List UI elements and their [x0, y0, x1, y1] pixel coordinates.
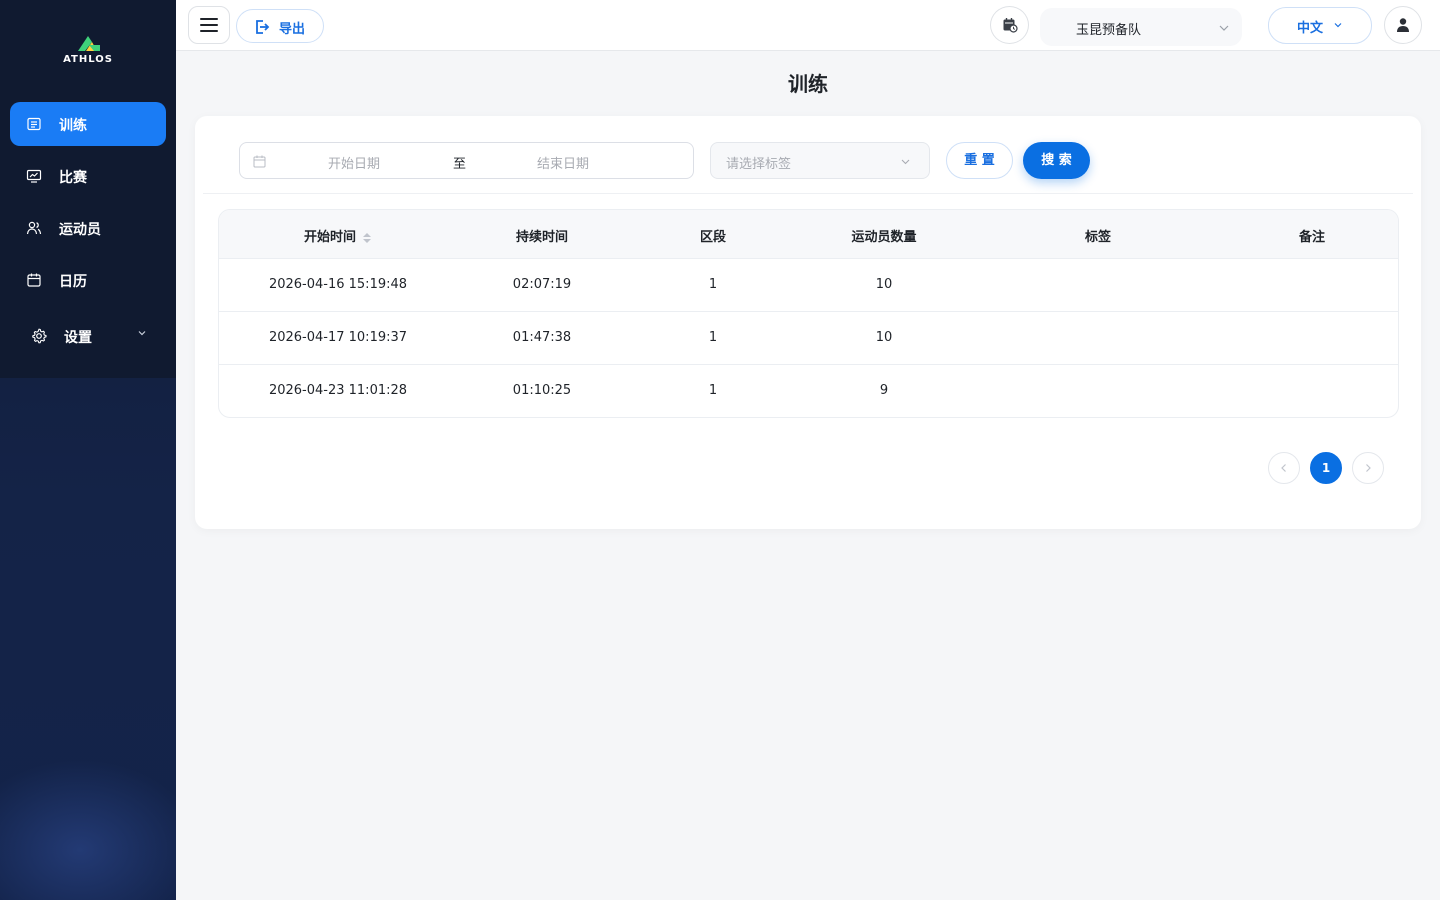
user-icon: [1397, 18, 1409, 32]
end-date-input[interactable]: 结束日期: [537, 153, 589, 172]
table-row[interactable]: 2026-04-23 11:01:28 01:10:25 1 9: [219, 365, 1398, 417]
table-row[interactable]: 2026-04-17 10:19:37 01:47:38 1 10: [219, 312, 1398, 365]
sidebar-nav-panel: ATHLOS 训练 比赛 运动员 日历 设置: [0, 0, 176, 378]
cell-segment: 1: [708, 330, 718, 345]
calendar-icon: [27, 273, 41, 287]
calendar-clock-icon: [1003, 18, 1018, 33]
chevron-down-icon: [138, 331, 146, 336]
hamburger-icon: [200, 18, 218, 32]
chevron-down-icon: [1219, 25, 1229, 31]
sidebar-item-calendar[interactable]: 日历: [10, 258, 166, 302]
cell-start-time: 2026-04-23 11:01:28: [268, 383, 408, 398]
cell-athlete-count: 10: [875, 330, 893, 345]
list-icon: [27, 117, 41, 131]
user-menu-button[interactable]: [1384, 6, 1422, 44]
cell-segment: 1: [708, 277, 718, 292]
sidebar-item-label: 设置: [64, 330, 92, 346]
menu-toggle-button[interactable]: [188, 6, 230, 44]
language-value: 中文: [1297, 21, 1324, 36]
export-button[interactable]: 导出: [236, 9, 324, 43]
sidebar-item-label: 训练: [59, 118, 87, 134]
page-title: 训练: [788, 72, 828, 96]
start-date-input[interactable]: 开始日期: [328, 153, 380, 172]
sidebar-item-label: 运动员: [59, 222, 101, 238]
training-list-card: 开始日期 至 结束日期 请选择标签 重 置 搜 索 开始时间 持续时间 区段 运…: [195, 116, 1421, 529]
cell-athlete-count: 9: [879, 383, 889, 398]
prev-page-button[interactable]: [1268, 452, 1300, 484]
next-page-button[interactable]: [1352, 452, 1384, 484]
chevron-down-icon: [901, 159, 910, 165]
sidebar-item-athletes[interactable]: 运动员: [10, 206, 166, 250]
sidebar-item-training[interactable]: 训练: [10, 102, 166, 146]
training-table: 开始时间 持续时间 区段 运动员数量 标签 备注 2026-04-16 15:1…: [218, 209, 1399, 418]
chevron-left-icon: [1281, 464, 1286, 472]
column-header-segment: 区段: [699, 230, 727, 245]
cell-start-time: 2026-04-16 15:19:48: [268, 277, 408, 292]
reset-button[interactable]: 重 置: [946, 142, 1013, 179]
search-button[interactable]: 搜 索: [1023, 142, 1090, 179]
column-header-duration: 持续时间: [515, 230, 569, 245]
sidebar-item-matches[interactable]: 比赛: [10, 154, 166, 198]
column-header-start-time[interactable]: 开始时间: [304, 226, 372, 245]
chevron-right-icon: [1366, 464, 1371, 472]
page-number-current[interactable]: 1: [1310, 452, 1342, 484]
range-separator: 至: [453, 157, 467, 172]
cell-duration: 01:47:38: [512, 330, 572, 345]
sidebar-item-settings[interactable]: 设置: [10, 314, 166, 358]
cell-start-time: 2026-04-17 10:19:37: [268, 330, 408, 345]
column-header-athlete-count: 运动员数量: [851, 230, 917, 245]
column-header-tags: 标签: [1084, 230, 1112, 245]
cell-athlete-count: 10: [875, 277, 893, 292]
chevron-down-icon: [1334, 23, 1342, 28]
sidebar-item-label: 比赛: [59, 170, 87, 186]
table-row[interactable]: 2026-04-16 15:19:48 02:07:19 1 10: [219, 259, 1398, 312]
divider: [203, 193, 1413, 194]
sort-icon[interactable]: [362, 232, 372, 244]
date-range-picker[interactable]: 开始日期 至 结束日期: [239, 142, 694, 179]
column-header-notes: 备注: [1298, 230, 1326, 245]
team-select[interactable]: 玉昆预备队: [1040, 8, 1242, 46]
sidebar-item-label: 日历: [59, 274, 87, 290]
tag-select[interactable]: 请选择标签: [710, 142, 930, 179]
cell-segment: 1: [708, 383, 718, 398]
export-icon: [256, 20, 270, 34]
logo-text: ATHLOS: [63, 54, 113, 65]
table-header: 开始时间 持续时间 区段 运动员数量 标签 备注: [219, 210, 1398, 259]
cell-duration: 02:07:19: [512, 277, 572, 292]
athlos-logo: ATHLOS: [56, 32, 120, 66]
tag-select-placeholder: 请选择标签: [726, 157, 792, 172]
language-select[interactable]: 中文: [1268, 7, 1372, 44]
top-header: 导出 玉昆预备队 中文: [176, 0, 1440, 51]
team-select-value: 玉昆预备队: [1076, 23, 1142, 38]
sidebar: ATHLOS 训练 比赛 运动员 日历 设置: [0, 0, 176, 900]
cell-duration: 01:10:25: [512, 383, 572, 398]
calendar-icon: [253, 155, 266, 168]
export-label: 导出: [279, 22, 306, 37]
users-icon: [26, 221, 42, 235]
gear-icon: [32, 328, 47, 344]
schedule-button[interactable]: [990, 6, 1029, 44]
monitor-chart-icon: [26, 169, 42, 183]
